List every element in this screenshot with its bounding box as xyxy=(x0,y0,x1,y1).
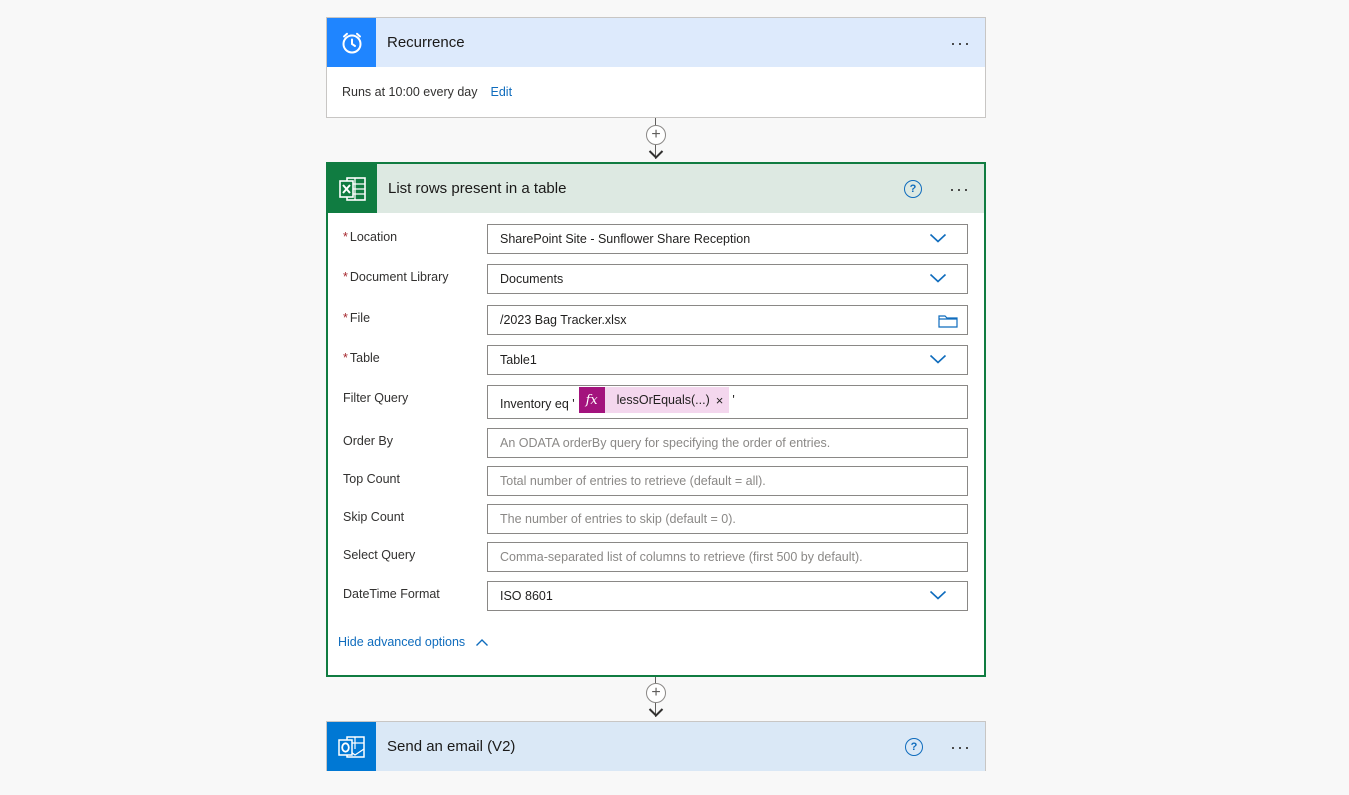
label-text: Document Library xyxy=(349,270,449,284)
location-value: SharePoint Site - Sunflower Share Recept… xyxy=(500,232,751,246)
list-rows-card[interactable]: List rows present in a table ? ··· * Loca… xyxy=(326,162,986,677)
more-options-button[interactable]: ··· xyxy=(949,180,970,198)
hide-advanced-label: Hide advanced options xyxy=(338,635,466,649)
select-query-input[interactable]: Comma-separated list of columns to retri… xyxy=(487,542,968,572)
filter-query-input[interactable]: Inventory eq ' fx lessOrEquals(...) × ' xyxy=(487,385,968,419)
recurrence-card[interactable]: Recurrence ··· Runs at 10:00 every day E… xyxy=(326,17,986,118)
datetime-format-row: DateTime Format ISO 8601 xyxy=(343,581,968,611)
help-icon[interactable]: ? xyxy=(905,737,923,756)
filter-query-label: Filter Query xyxy=(343,391,409,405)
location-dropdown[interactable]: SharePoint Site - Sunflower Share Recept… xyxy=(487,224,968,254)
send-email-card[interactable]: Send an email (V2) ? ··· xyxy=(326,721,986,771)
required-mark: * xyxy=(343,270,348,284)
token-label: lessOrEquals(...) xyxy=(616,393,710,407)
order-by-row: Order By An ODATA orderBy query for spec… xyxy=(343,428,968,458)
alarm-clock-icon xyxy=(327,18,376,67)
top-count-input[interactable]: Total number of entries to retrieve (def… xyxy=(487,466,968,496)
hide-advanced-options-link[interactable]: Hide advanced options xyxy=(338,635,489,649)
fx-icon: fx xyxy=(578,387,605,413)
required-mark: * xyxy=(343,311,348,325)
more-options-button[interactable]: ··· xyxy=(950,738,971,756)
document-library-row: * Document Library Documents xyxy=(343,264,968,294)
label-text: File xyxy=(349,311,371,325)
order-by-input[interactable]: An ODATA orderBy query for specifying th… xyxy=(487,428,968,458)
table-value: Table1 xyxy=(500,353,537,367)
document-library-dropdown[interactable]: Documents xyxy=(487,264,968,294)
file-input[interactable]: /2023 Bag Tracker.xlsx xyxy=(487,305,968,335)
label-text: Location xyxy=(349,230,398,244)
chevron-up-icon xyxy=(476,638,489,646)
plus-icon: + xyxy=(651,684,661,701)
insert-step-button[interactable]: + xyxy=(646,125,666,145)
table-row: * Table Table1 xyxy=(343,345,968,375)
datetime-format-dropdown[interactable]: ISO 8601 xyxy=(487,581,968,611)
connector: + xyxy=(645,677,667,722)
document-library-label: * Document Library xyxy=(343,270,449,284)
table-label: * Table xyxy=(343,351,380,365)
skip-count-input[interactable]: The number of entries to skip (default =… xyxy=(487,504,968,534)
order-by-label: Order By xyxy=(343,434,394,448)
select-query-placeholder: Comma-separated list of columns to retri… xyxy=(500,550,863,564)
datetime-format-label: DateTime Format xyxy=(343,587,440,601)
expression-token[interactable]: fx lessOrEquals(...) × xyxy=(578,387,730,413)
file-row: * File /2023 Bag Tracker.xlsx xyxy=(343,305,968,335)
chevron-down-icon[interactable] xyxy=(929,232,947,244)
required-mark: * xyxy=(343,351,348,365)
skip-count-placeholder: The number of entries to skip (default =… xyxy=(500,512,736,526)
datetime-format-value: ISO 8601 xyxy=(500,589,553,603)
file-value: /2023 Bag Tracker.xlsx xyxy=(500,313,627,327)
location-row: * Location SharePoint Site - Sunflower Sh… xyxy=(343,224,968,254)
chevron-down-icon[interactable] xyxy=(929,589,947,601)
plus-icon: + xyxy=(651,126,661,143)
recurrence-title: Recurrence xyxy=(387,34,465,51)
insert-step-button[interactable]: + xyxy=(646,683,666,703)
excel-icon xyxy=(328,164,377,213)
order-by-placeholder: An ODATA orderBy query for specifying th… xyxy=(500,436,831,450)
top-count-label: Top Count xyxy=(343,472,400,486)
list-rows-title: List rows present in a table xyxy=(388,180,567,197)
select-query-row: Select Query Comma-separated list of col… xyxy=(343,542,968,572)
skip-count-label: Skip Count xyxy=(343,510,405,524)
list-rows-header[interactable]: List rows present in a table ? ··· xyxy=(328,164,984,213)
skip-count-row: Skip Count The number of entries to skip… xyxy=(343,504,968,534)
arrow-down-icon xyxy=(648,708,664,717)
chevron-down-icon[interactable] xyxy=(929,272,947,284)
document-library-value: Documents xyxy=(500,272,564,286)
filter-query-row: Filter Query Inventory eq ' fx lessOrEqu… xyxy=(343,385,968,419)
table-dropdown[interactable]: Table1 xyxy=(487,345,968,375)
top-count-placeholder: Total number of entries to retrieve (def… xyxy=(500,474,766,488)
send-email-header[interactable]: Send an email (V2) ? ··· xyxy=(327,722,985,771)
recurrence-header[interactable]: Recurrence ··· xyxy=(327,18,985,67)
arrow-down-icon xyxy=(648,150,664,159)
connector: + xyxy=(645,118,667,163)
filter-query-prefix: Inventory eq ' xyxy=(500,397,575,411)
recurrence-summary: Runs at 10:00 every day xyxy=(342,85,478,99)
top-count-row: Top Count Total number of entries to ret… xyxy=(343,466,968,496)
send-email-title: Send an email (V2) xyxy=(387,738,516,755)
more-options-button[interactable]: ··· xyxy=(950,34,971,52)
label-text: Table xyxy=(349,351,380,365)
help-icon[interactable]: ? xyxy=(904,179,922,198)
required-mark: * xyxy=(343,230,348,244)
edit-link[interactable]: Edit xyxy=(491,85,513,99)
recurrence-body: Runs at 10:00 every day Edit xyxy=(327,67,985,117)
chevron-down-icon[interactable] xyxy=(929,353,947,365)
filter-query-suffix: ' xyxy=(732,393,735,407)
folder-icon[interactable] xyxy=(938,313,958,328)
outlook-icon xyxy=(327,722,376,771)
file-label: * File xyxy=(343,311,370,325)
remove-token-icon[interactable]: × xyxy=(716,393,730,408)
select-query-label: Select Query xyxy=(343,548,416,562)
location-label: * Location xyxy=(343,230,397,244)
